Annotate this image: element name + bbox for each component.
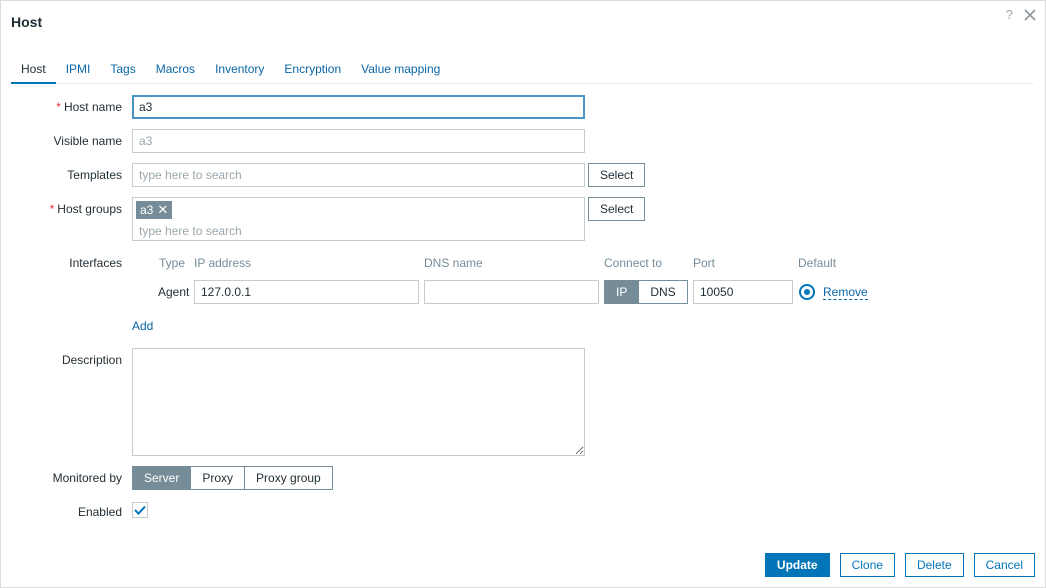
interfaces-header-connect: Connect to	[604, 256, 663, 270]
help-icon[interactable]: ?	[1006, 7, 1013, 22]
chip-remove-icon[interactable]: ✕	[157, 203, 168, 216]
host-group-chip: a3 ✕	[136, 201, 173, 219]
host-groups-label: * Host groups	[49, 202, 122, 216]
required-marker: *	[49, 202, 55, 216]
radio-dot	[804, 289, 810, 295]
tab-bar: Host IPMI Tags Macros Inventory Encrypti…	[11, 55, 1034, 84]
interfaces-header-ip: IP address	[194, 256, 252, 270]
interfaces-header-dns: DNS name	[424, 256, 483, 270]
host-name-input[interactable]	[132, 95, 585, 119]
chip-label: a3	[140, 203, 154, 217]
description-label: Description	[61, 353, 122, 367]
tab-tags[interactable]: Tags	[100, 55, 145, 84]
templates-search-input[interactable]	[132, 163, 585, 187]
templates-select-button[interactable]: Select	[588, 163, 646, 187]
monitored-by-label: Monitored by	[52, 471, 122, 485]
update-button[interactable]: Update	[764, 553, 830, 577]
host-groups-multiselect[interactable]: a3 ✕	[132, 197, 585, 241]
monitored-proxy-button[interactable]: Proxy	[190, 466, 246, 490]
dialog-title: Host	[11, 14, 43, 30]
dialog-footer: Update Clone Delete Cancel	[764, 553, 1035, 577]
required-marker: *	[56, 100, 61, 114]
interface-type: Agent	[158, 285, 190, 299]
interfaces-row: Interfaces Type IP address DNS name Conn…	[1, 255, 1046, 335]
check-icon	[134, 505, 146, 515]
host-dialog: Host ? Host IPMI Tags Macros Inventory E…	[0, 0, 1046, 588]
interface-port-input[interactable]	[693, 280, 793, 304]
interfaces-header-default: Default	[798, 256, 837, 270]
tab-host[interactable]: Host	[11, 55, 56, 84]
delete-button[interactable]: Delete	[904, 553, 964, 577]
remove-interface-link[interactable]: Remove	[823, 285, 868, 300]
tab-value-mapping[interactable]: Value mapping	[351, 55, 450, 84]
host-name-label: * Host name	[56, 100, 122, 114]
tab-macros[interactable]: Macros	[146, 55, 205, 84]
description-textarea[interactable]	[132, 348, 585, 456]
enabled-label: Enabled	[77, 505, 122, 519]
clone-button[interactable]: Clone	[839, 553, 895, 577]
tab-inventory[interactable]: Inventory	[205, 55, 274, 84]
host-groups-row: *Host groups a3 ✕ Select	[1, 197, 1046, 241]
monitored-by-toggle: Server Proxy Proxy group	[132, 466, 333, 490]
cancel-button[interactable]: Cancel	[973, 553, 1035, 577]
header-icons: ?	[1006, 7, 1037, 22]
host-groups-select-button[interactable]: Select	[588, 197, 646, 221]
monitored-server-button[interactable]: Server	[132, 466, 192, 490]
add-interface-link[interactable]: Add	[132, 319, 153, 333]
interfaces-header-type: Type	[159, 256, 186, 270]
enabled-checkbox[interactable]	[132, 502, 148, 518]
interfaces-header-port: Port	[693, 256, 716, 270]
templates-label: Templates	[67, 168, 122, 182]
default-interface-radio[interactable]	[799, 284, 815, 300]
connect-ip-button[interactable]: IP	[604, 280, 640, 304]
connect-dns-button[interactable]: DNS	[638, 280, 688, 304]
interfaces-label: Interfaces	[69, 256, 122, 270]
host-groups-search-input[interactable]	[133, 221, 584, 240]
visible-name-label: Visible name	[53, 134, 122, 148]
visible-name-input[interactable]	[132, 129, 585, 153]
monitored-proxy-group-button[interactable]: Proxy group	[244, 466, 333, 490]
close-icon[interactable]	[1023, 8, 1037, 22]
tab-encryption[interactable]: Encryption	[274, 55, 351, 84]
tab-ipmi[interactable]: IPMI	[56, 55, 101, 84]
connect-to-toggle: IP DNS	[604, 280, 688, 304]
interface-dns-input[interactable]	[424, 280, 599, 304]
interface-ip-input[interactable]	[194, 280, 419, 304]
